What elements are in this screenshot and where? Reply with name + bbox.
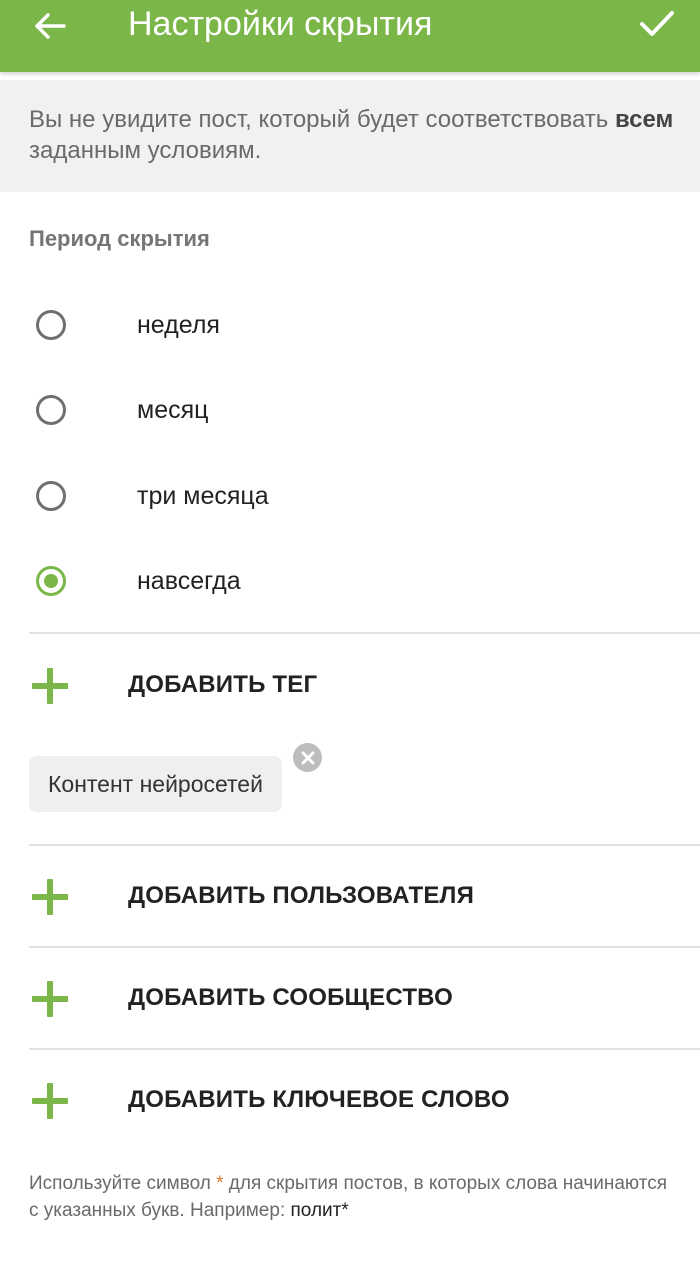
add-tag-button[interactable]: ДОБАВИТЬ ТЕГ: [0, 646, 700, 726]
confirm-button[interactable]: [632, 4, 682, 44]
divider: [29, 844, 700, 846]
add-user-label: ДОБАВИТЬ ПОЛЬЗОВАТЕЛЯ: [128, 882, 475, 909]
notice-text: Вы не увидите пост, который будет соотве…: [29, 104, 679, 166]
plus-icon: [32, 1083, 68, 1119]
back-button[interactable]: [28, 6, 72, 46]
radio-option-three-months[interactable]: три месяца: [0, 459, 700, 539]
notice-bold: всем: [614, 106, 674, 133]
keyword-hint: Используйте символ * для скрытия постов,…: [29, 1170, 679, 1224]
tag-chip-label: Контент нейросетей: [48, 770, 263, 797]
add-community-label: ДОБАВИТЬ СООБЩЕСТВО: [128, 984, 453, 1011]
divider: [29, 946, 700, 948]
hint-example: полит*: [290, 1200, 349, 1221]
app-bar: Настройки скрытия: [0, 0, 700, 72]
radio-button[interactable]: [36, 481, 66, 511]
plus-icon: [32, 879, 68, 915]
radio-button-checked[interactable]: [36, 566, 66, 596]
add-user-button[interactable]: ДОБАВИТЬ ПОЛЬЗОВАТЕЛЯ: [0, 857, 700, 937]
radio-label: три месяца: [137, 482, 269, 510]
plus-icon: [32, 668, 68, 704]
notice-banner: Вы не увидите пост, который будет соотве…: [0, 80, 700, 192]
period-label: Период скрытия: [29, 226, 210, 251]
plus-icon: [32, 981, 68, 1017]
page-title: Настройки скрытия: [128, 5, 433, 43]
radio-option-month[interactable]: месяц: [0, 373, 700, 453]
arrow-left-icon: [35, 13, 66, 39]
radio-button[interactable]: [36, 310, 66, 340]
radio-option-week[interactable]: неделя: [0, 288, 700, 368]
radio-button[interactable]: [36, 395, 66, 425]
notice-prefix: Вы не увидите пост, который будет соотве…: [29, 106, 615, 133]
remove-tag-button[interactable]: [293, 743, 322, 772]
tag-chip[interactable]: Контент нейросетей: [29, 756, 282, 812]
add-tag-label: ДОБАВИТЬ ТЕГ: [128, 671, 318, 698]
hint-text: Используйте символ: [29, 1173, 217, 1194]
divider: [29, 1048, 700, 1050]
add-keyword-label: ДОБАВИТЬ КЛЮЧЕВОЕ СЛОВО: [128, 1086, 510, 1113]
radio-label: навсегда: [137, 567, 241, 595]
divider: [29, 632, 700, 634]
radio-label: месяц: [137, 396, 209, 424]
hint-star: *: [216, 1173, 224, 1194]
close-icon: [301, 751, 314, 764]
radio-label: неделя: [137, 311, 220, 339]
check-icon: [640, 11, 674, 36]
add-keyword-button[interactable]: ДОБАВИТЬ КЛЮЧЕВОЕ СЛОВО: [0, 1061, 700, 1141]
notice-suffix: заданным условиям.: [29, 137, 262, 164]
add-community-button[interactable]: ДОБАВИТЬ СООБЩЕСТВО: [0, 959, 700, 1039]
radio-option-forever[interactable]: навсегда: [0, 544, 700, 624]
